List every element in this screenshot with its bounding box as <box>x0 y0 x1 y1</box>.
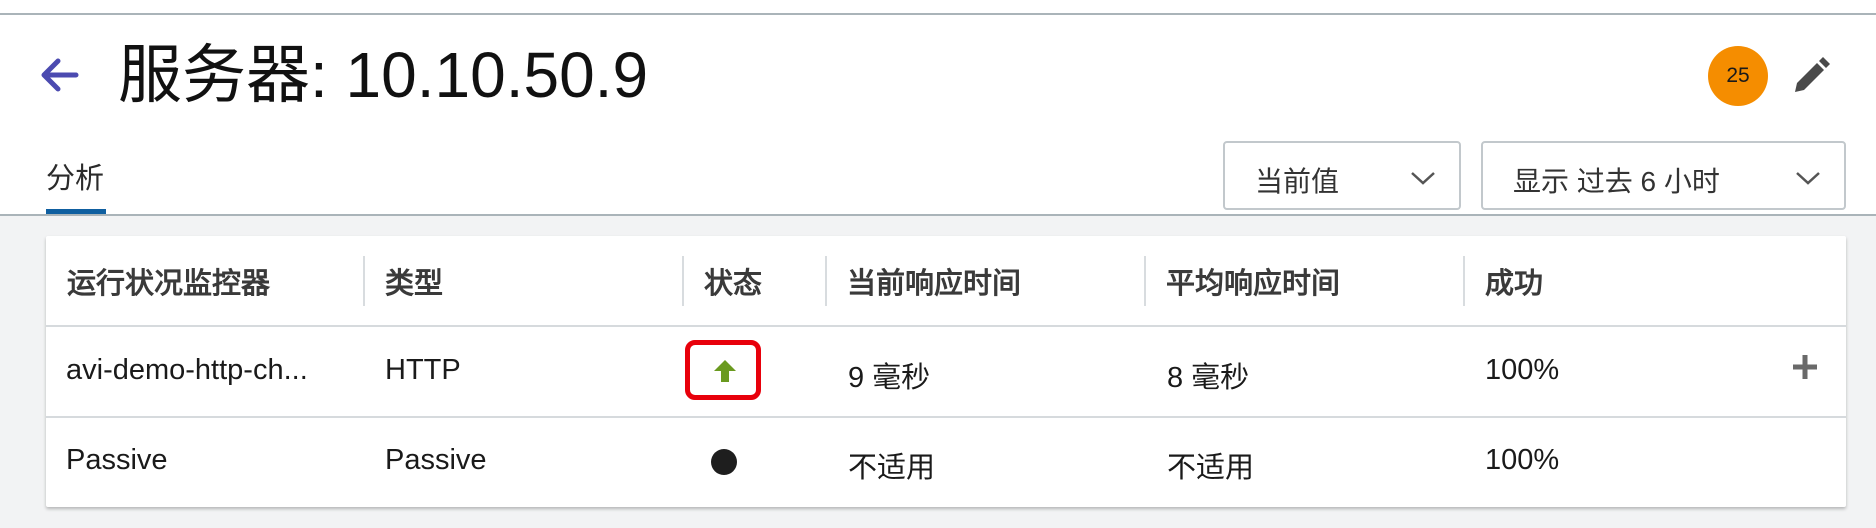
current-response-cell: 不适用 <box>848 452 936 484</box>
up-arrow-icon <box>714 360 736 382</box>
success-cell: 100% <box>1485 444 1560 476</box>
current-response-cell: 9 毫秒 <box>848 362 931 394</box>
metric-select-label: 当前值 <box>1255 166 1340 197</box>
monitor-type-cell: Passive <box>385 444 487 476</box>
expand-row-button[interactable] <box>1790 352 1820 382</box>
monitor-name-cell: Passive <box>66 444 168 476</box>
time-range-select[interactable]: 显示 过去 6 小时 <box>1481 141 1846 210</box>
column-header-current-response[interactable]: 当前响应时间 <box>847 260 1021 302</box>
time-range-select-label: 显示 过去 6 小时 <box>1513 166 1720 197</box>
header-row-divider <box>46 325 1846 327</box>
page-title: 服务器: 10.10.50.9 <box>118 39 649 111</box>
column-header-success[interactable]: 成功 <box>1485 260 1543 302</box>
pencil-icon <box>1795 57 1830 92</box>
column-header-average-response[interactable]: 平均响应时间 <box>1166 260 1340 302</box>
column-divider <box>1144 256 1146 306</box>
column-header-type[interactable]: 类型 <box>385 260 443 302</box>
back-button[interactable] <box>36 50 86 100</box>
chevron-down-icon <box>1796 172 1820 185</box>
tab-analysis[interactable]: 分析 <box>46 155 104 197</box>
monitor-name-cell[interactable]: avi-demo-http-ch... <box>66 354 308 387</box>
health-monitor-table: 运行状况监控器 类型 状态 当前响应时间 平均响应时间 成功 avi-demo-… <box>46 236 1846 507</box>
column-header-status[interactable]: 状态 <box>704 260 762 302</box>
status-highlight-box[interactable] <box>685 340 761 400</box>
alert-count-badge[interactable]: 25 <box>1708 46 1768 106</box>
black-dot-icon <box>711 449 737 475</box>
table-row-divider <box>46 416 1846 418</box>
column-divider <box>682 256 684 306</box>
column-divider <box>1463 256 1465 306</box>
column-header-monitor[interactable]: 运行状况监控器 <box>67 260 270 302</box>
average-response-cell: 不适用 <box>1167 452 1255 484</box>
metric-select[interactable]: 当前值 <box>1223 141 1461 210</box>
chevron-down-icon <box>1411 172 1435 185</box>
back-arrow-icon <box>41 58 79 92</box>
monitor-type-cell: HTTP <box>385 354 461 386</box>
column-divider <box>363 256 365 306</box>
success-cell: 100% <box>1485 354 1560 386</box>
average-response-cell: 8 毫秒 <box>1167 362 1250 394</box>
plus-icon <box>1793 355 1817 379</box>
edit-button[interactable] <box>1790 55 1832 97</box>
column-divider <box>825 256 827 306</box>
